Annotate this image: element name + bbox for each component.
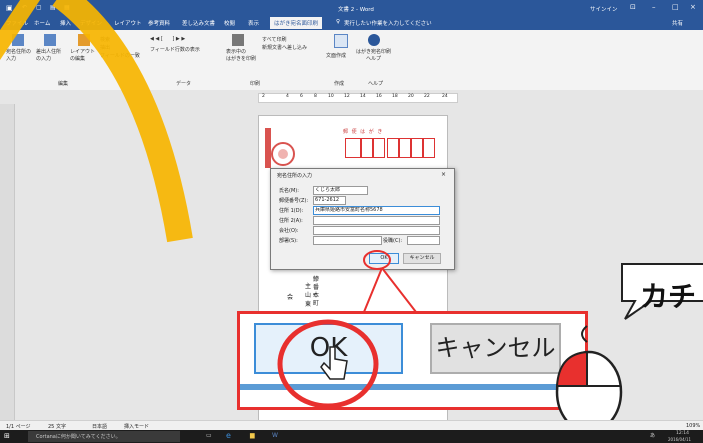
maximize-icon[interactable]: □ xyxy=(672,3,679,11)
zoom-connector xyxy=(362,268,419,313)
postcard-header: 郵 便 は が き xyxy=(343,129,384,135)
group-print-label: 印刷 xyxy=(250,81,261,87)
stamp-illustration xyxy=(263,126,297,174)
ruler-tick: 24 xyxy=(442,94,448,99)
share-button[interactable]: 共有 xyxy=(672,19,683,27)
group-help-label: ヘルプ xyxy=(368,81,384,87)
merge-new-doc-button[interactable]: 新規文書へ差し込み xyxy=(262,44,307,51)
zip-box xyxy=(361,138,373,158)
ime-indicator[interactable]: あ xyxy=(650,432,655,439)
explorer-icon[interactable]: ▆ xyxy=(250,432,255,439)
language[interactable]: 日本語 xyxy=(92,423,107,430)
word-icon[interactable]: W xyxy=(272,432,278,439)
tab-postcard-print[interactable]: はがき宛名面印刷 xyxy=(270,17,323,29)
company-label: 会社(O): xyxy=(279,228,299,234)
printer-icon xyxy=(232,34,244,46)
taskbar: ⊞ Cortanaに何か聞いてみてください。 ▭ e ▆ W あ 12:14 2… xyxy=(0,430,703,443)
address-vertical-2: 主山・東 xyxy=(305,283,318,308)
zoom-cancel-button[interactable]: キャンセル xyxy=(430,323,561,374)
ruler-tick: 2 xyxy=(262,94,265,99)
address2-label: 住所 2(A): xyxy=(279,218,303,224)
zip-box xyxy=(399,138,411,158)
doc-create-button[interactable]: 文面作成 xyxy=(326,52,346,59)
ruler-tick: 10 xyxy=(328,94,334,99)
ruler-tick: 16 xyxy=(376,94,382,99)
windows-start-icon[interactable]: ⊞ xyxy=(4,432,10,440)
ribbon-display-icon[interactable]: ⊡ xyxy=(630,3,636,11)
zip-box xyxy=(345,138,361,158)
job-title-field[interactable] xyxy=(407,236,440,245)
minimize-icon[interactable]: – xyxy=(652,3,656,11)
tab-view[interactable]: 表示 xyxy=(248,19,259,27)
help-button[interactable]: はがき宛名印刷 ヘルプ xyxy=(356,48,391,62)
highlight-arc xyxy=(0,0,193,243)
ruler-tick: 8 xyxy=(314,94,317,99)
zip-box xyxy=(411,138,423,158)
company-field[interactable] xyxy=(313,226,440,235)
address2-field[interactable] xyxy=(313,216,440,225)
print-current-button[interactable]: 表示中の はがきを印刷 xyxy=(226,48,256,62)
zip-box xyxy=(423,138,435,158)
ruler-tick: 22 xyxy=(424,94,430,99)
address1-field[interactable]: 兵庫県姫路市安富町名称5678 xyxy=(313,206,440,215)
window-title: 文書 2 - Word xyxy=(338,7,374,13)
zoom-level[interactable]: 109% xyxy=(686,423,700,429)
cortana-placeholder: Cortanaに何か聞いてみてください。 xyxy=(36,434,121,440)
tab-review[interactable]: 校閲 xyxy=(224,19,235,27)
clock-time: 12:14 xyxy=(676,431,689,436)
edge-icon[interactable]: e xyxy=(226,431,231,440)
ruler-tick: 20 xyxy=(408,94,414,99)
cancel-button[interactable]: キャンセル xyxy=(403,253,441,264)
help-icon xyxy=(368,34,380,46)
ruler-tick: 18 xyxy=(392,94,398,99)
name-vertical: 会 xyxy=(287,294,294,301)
group-create-label: 作成 xyxy=(334,81,345,87)
job-title-label: 役職(C): xyxy=(383,238,403,244)
ruler-tick: 4 xyxy=(286,94,289,99)
lightbulb-icon: ♀ xyxy=(336,19,341,25)
name-label: 氏名(M): xyxy=(279,188,299,194)
cursor-pointer-icon xyxy=(320,346,348,380)
ruler-tick: 14 xyxy=(360,94,366,99)
print-all-button[interactable]: すべて印刷 xyxy=(262,36,286,43)
zip-field[interactable]: 671-2612 xyxy=(313,196,346,205)
zip-label: 郵便番号(Z): xyxy=(279,198,309,204)
ruler-tick: 12 xyxy=(344,94,350,99)
department-label: 部署(S): xyxy=(279,238,298,244)
signin-link[interactable]: サインイン xyxy=(590,5,618,13)
dialog-close-icon[interactable]: × xyxy=(441,171,446,178)
zip-box xyxy=(387,138,399,158)
ruler-tick: 6 xyxy=(300,94,303,99)
insert-mode[interactable]: 挿入モード xyxy=(124,423,149,430)
task-view-icon[interactable]: ▭ xyxy=(206,432,212,439)
close-icon[interactable]: × xyxy=(690,3,696,11)
zip-box xyxy=(373,138,385,158)
department-field[interactable] xyxy=(313,236,382,245)
page-count[interactable]: 1/1 ページ xyxy=(6,423,31,430)
word-count[interactable]: 25 文字 xyxy=(48,423,66,430)
tell-me-input[interactable]: 実行したい作業を入力してください xyxy=(344,19,432,27)
name-field[interactable]: くじら太郎 xyxy=(313,186,368,195)
address1-label: 住所 1(D): xyxy=(279,208,304,214)
document-icon xyxy=(334,34,348,48)
dialog-title: 宛名住所の入力 xyxy=(277,173,313,179)
clock-date: 2016/04/11 xyxy=(668,437,692,442)
click-sound-text: カチ xyxy=(640,280,697,313)
